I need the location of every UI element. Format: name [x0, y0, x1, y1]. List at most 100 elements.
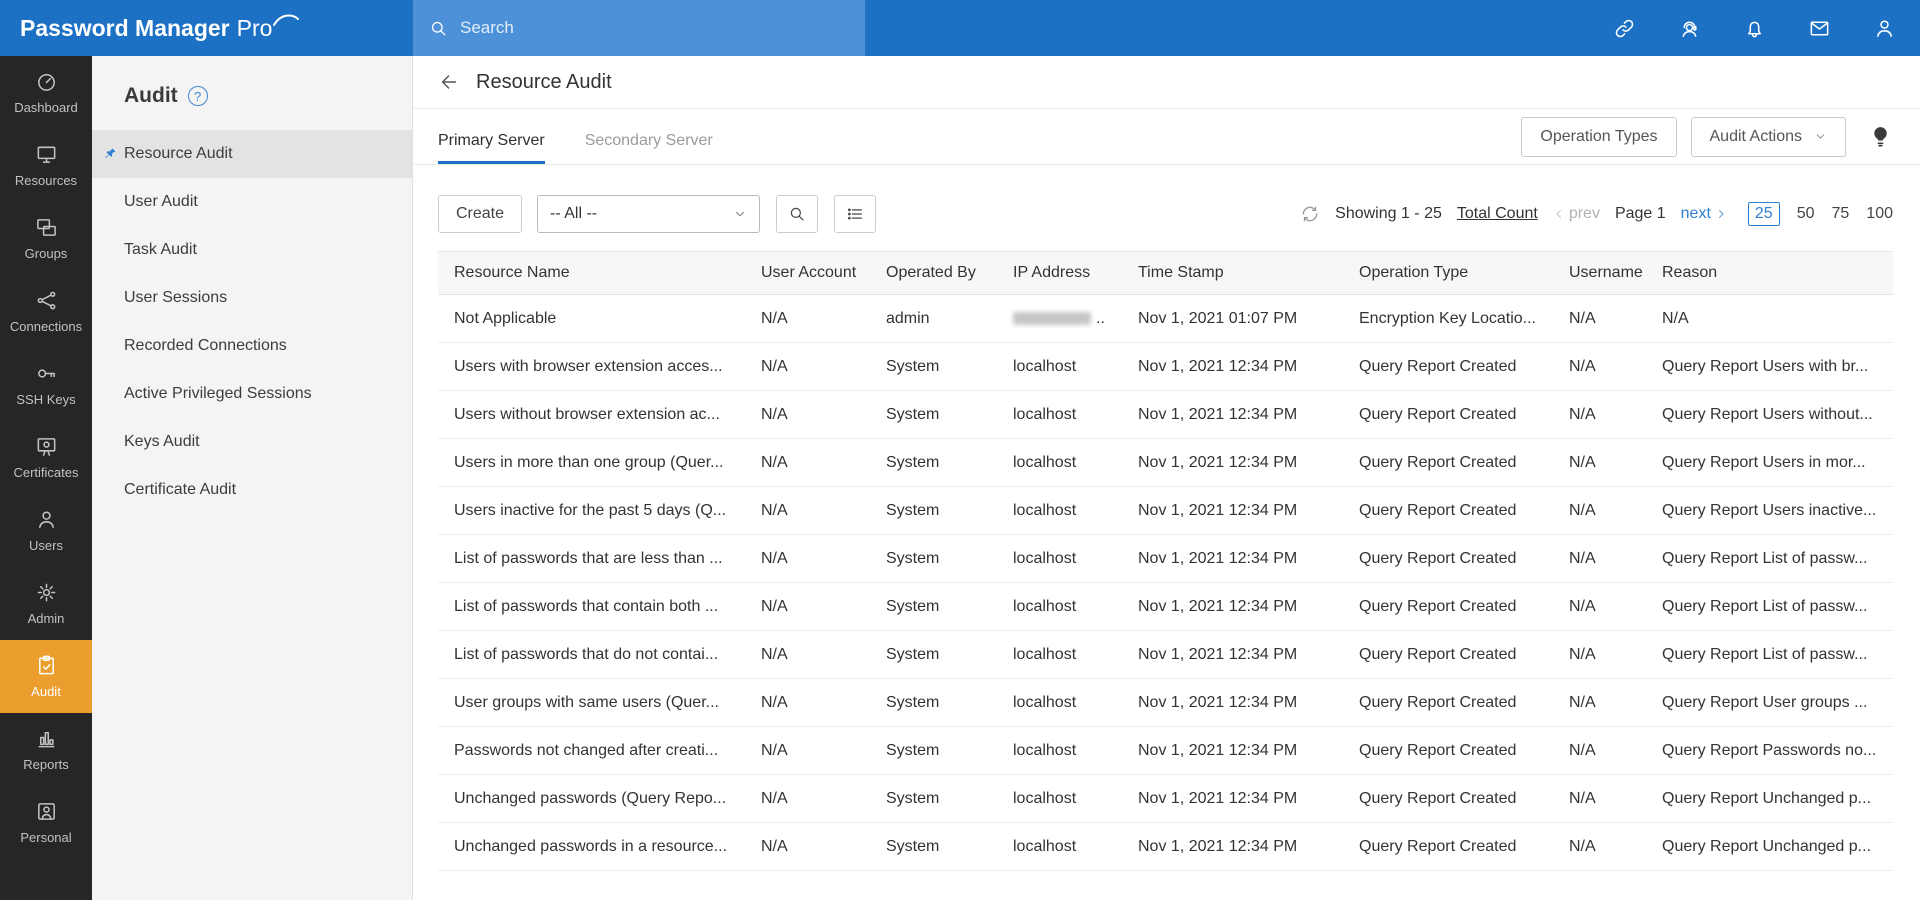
cell-username: N/A [1553, 343, 1646, 391]
table-search-button[interactable] [776, 195, 818, 233]
sidebar-item-dashboard[interactable]: Dashboard [0, 56, 92, 129]
cell-username: N/A [1553, 823, 1646, 871]
global-search[interactable] [413, 0, 865, 56]
table-row[interactable]: Users with browser extension acces...N/A… [438, 343, 1893, 391]
table-row[interactable]: List of passwords that contain both ...N… [438, 583, 1893, 631]
table-row[interactable]: Unchanged passwords (Query Repo...N/ASys… [438, 775, 1893, 823]
sidebar-item-personal[interactable]: Personal [0, 786, 92, 859]
bell-icon[interactable] [1743, 17, 1766, 40]
page-title: Resource Audit [476, 71, 612, 94]
cell-account: N/A [745, 535, 870, 583]
table-row[interactable]: List of passwords that are less than ...… [438, 535, 1893, 583]
sidebar-item-audit[interactable]: Audit [0, 640, 92, 713]
table-row[interactable]: List of passwords that do not contai...N… [438, 631, 1893, 679]
audit-table: Resource NameUser AccountOperated ByIP A… [438, 251, 1893, 871]
refresh-icon[interactable] [1300, 204, 1320, 224]
cell-operated: System [870, 391, 997, 439]
column-header-optype[interactable]: Operation Type [1343, 252, 1553, 295]
cell-optype: Query Report Created [1343, 679, 1553, 727]
page-size-75[interactable]: 75 [1832, 205, 1850, 223]
cell-ip: localhost [997, 775, 1122, 823]
cell-account: N/A [745, 295, 870, 343]
table-row[interactable]: Unchanged passwords in a resource...N/AS… [438, 823, 1893, 871]
audit-table-body: Not ApplicableN/Aadmin..Nov 1, 2021 01:0… [438, 295, 1893, 871]
table-row[interactable]: Users in more than one group (Quer...N/A… [438, 439, 1893, 487]
cell-optype: Query Report Created [1343, 439, 1553, 487]
search-input[interactable] [460, 18, 849, 38]
filter-select-value: -- All -- [550, 205, 597, 223]
sidebar-item-connections[interactable]: Connections [0, 275, 92, 348]
cell-ip: localhost [997, 487, 1122, 535]
cell-operated: System [870, 823, 997, 871]
column-chooser-button[interactable] [834, 195, 876, 233]
subnav-item-active-privileged-sessions[interactable]: Active Privileged Sessions [92, 370, 412, 418]
tabs: Primary Server Secondary Server [438, 132, 713, 164]
next-page-button[interactable]: next [1681, 205, 1727, 223]
subnav-item-certificate-audit[interactable]: Certificate Audit [92, 466, 412, 514]
table-row[interactable]: Passwords not changed after creati...N/A… [438, 727, 1893, 775]
lightbulb-icon[interactable] [1868, 124, 1893, 149]
audit-actions-label: Audit Actions [1710, 128, 1803, 146]
subnav-item-resource-audit[interactable]: Resource Audit [92, 130, 412, 178]
tab-secondary-server[interactable]: Secondary Server [585, 132, 713, 164]
clipboard-icon [35, 654, 58, 677]
link-icon[interactable] [1613, 17, 1636, 40]
column-header-reason[interactable]: Reason [1646, 252, 1893, 295]
subnav-item-keys-audit[interactable]: Keys Audit [92, 418, 412, 466]
subnav-item-user-audit[interactable]: User Audit [92, 178, 412, 226]
operation-types-button[interactable]: Operation Types [1521, 117, 1676, 157]
sidebar-item-ssh-keys[interactable]: SSH Keys [0, 348, 92, 421]
cell-time: Nov 1, 2021 12:34 PM [1122, 727, 1343, 775]
user-icon [35, 508, 58, 531]
help-icon[interactable]: ? [188, 86, 208, 106]
subnav-item-recorded-connections[interactable]: Recorded Connections [92, 322, 412, 370]
tab-primary-server[interactable]: Primary Server [438, 132, 545, 164]
sidebar-item-certificates[interactable]: Certificates [0, 421, 92, 494]
sidebar-item-label: Personal [20, 830, 71, 845]
cell-optype: Query Report Created [1343, 391, 1553, 439]
subnav-item-task-audit[interactable]: Task Audit [92, 226, 412, 274]
cell-account: N/A [745, 727, 870, 775]
filter-select[interactable]: -- All -- [537, 195, 760, 233]
sidebar-item-label: Resources [15, 173, 77, 188]
table-row[interactable]: Users without browser extension ac...N/A… [438, 391, 1893, 439]
column-header-operated[interactable]: Operated By [870, 252, 997, 295]
cell-time: Nov 1, 2021 12:34 PM [1122, 679, 1343, 727]
back-arrow-icon[interactable] [438, 71, 460, 93]
audit-actions-button[interactable]: Audit Actions [1691, 117, 1847, 157]
sidebar-item-groups[interactable]: Groups [0, 202, 92, 275]
column-header-time[interactable]: Time Stamp [1122, 252, 1343, 295]
prev-page-button[interactable]: prev [1553, 205, 1600, 223]
sidebar-item-admin[interactable]: Admin [0, 567, 92, 640]
user-icon[interactable] [1873, 17, 1896, 40]
cell-operated: System [870, 583, 997, 631]
cell-operated: System [870, 775, 997, 823]
column-header-account[interactable]: User Account [745, 252, 870, 295]
sidebar-item-resources[interactable]: Resources [0, 129, 92, 202]
cell-resource: Passwords not changed after creati... [438, 727, 745, 775]
subnav-item-user-sessions[interactable]: User Sessions [92, 274, 412, 322]
cell-reason: Query Report Passwords no... [1646, 727, 1893, 775]
page-size-25[interactable]: 25 [1748, 202, 1780, 226]
operation-types-label: Operation Types [1540, 128, 1657, 146]
page-size-100[interactable]: 100 [1866, 205, 1893, 223]
column-header-ip[interactable]: IP Address [997, 252, 1122, 295]
cell-account: N/A [745, 487, 870, 535]
cell-username: N/A [1553, 487, 1646, 535]
page-size-50[interactable]: 50 [1797, 205, 1815, 223]
support-icon[interactable] [1678, 17, 1701, 40]
table-row[interactable]: Users inactive for the past 5 days (Q...… [438, 487, 1893, 535]
key-icon [35, 362, 58, 385]
cell-reason: Query Report User groups ... [1646, 679, 1893, 727]
search-icon [429, 19, 448, 38]
mail-icon[interactable] [1808, 17, 1831, 40]
table-row[interactable]: User groups with same users (Quer...N/AS… [438, 679, 1893, 727]
table-row[interactable]: Not ApplicableN/Aadmin..Nov 1, 2021 01:0… [438, 295, 1893, 343]
sidebar-item-users[interactable]: Users [0, 494, 92, 567]
column-header-resource[interactable]: Resource Name [438, 252, 745, 295]
create-button[interactable]: Create [438, 195, 522, 233]
column-header-username[interactable]: Username [1553, 252, 1646, 295]
total-count-link[interactable]: Total Count [1457, 205, 1538, 223]
cell-time: Nov 1, 2021 12:34 PM [1122, 823, 1343, 871]
sidebar-item-reports[interactable]: Reports [0, 713, 92, 786]
